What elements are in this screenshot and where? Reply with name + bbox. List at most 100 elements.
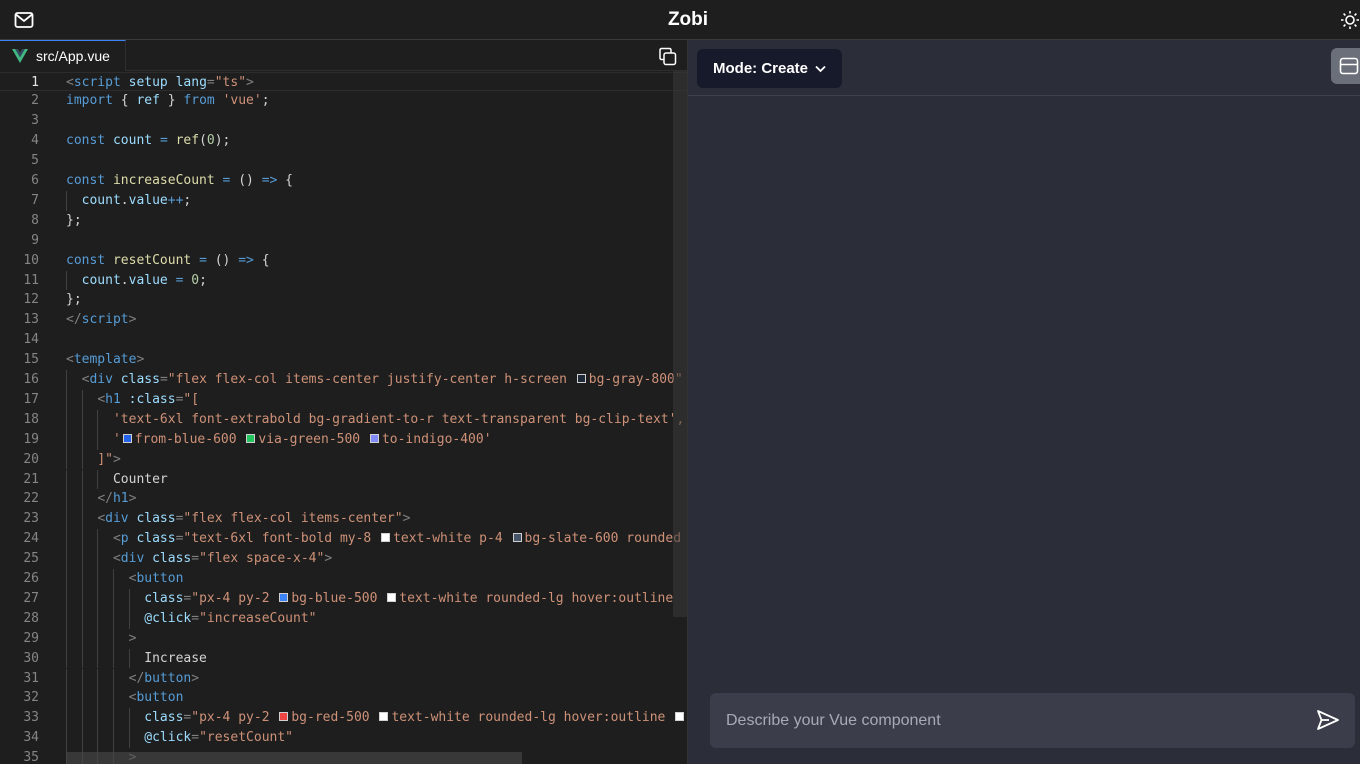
code-line[interactable]: 5 (0, 151, 688, 171)
code-line[interactable]: 13 </script> (0, 310, 688, 330)
mode-label: Mode: Create (713, 60, 809, 77)
chevron-down-icon (815, 65, 826, 73)
line-number: 16 (23, 372, 39, 387)
code-editor: src/App.vue 1 <script setup lang="ts"> 2 im… (0, 40, 688, 764)
preview-header: Mode: Create (688, 40, 1360, 96)
code-line[interactable]: 15 <template> (0, 350, 688, 370)
line-number: 32 (23, 690, 39, 706)
code-text: count.value = 0; (81, 272, 207, 288)
code-text: }; (66, 212, 82, 228)
line-number: 28 (23, 610, 39, 626)
vue-logo-icon (12, 49, 28, 63)
code-text: <p class="text-6xl font-bold my-8 text-w… (112, 531, 682, 547)
code-text: @click="resetCount" (144, 730, 293, 746)
code-text: class="px-4 py-2 bg-red-500 text-white r… (66, 708, 687, 728)
line-number: 14 (23, 332, 39, 348)
line-number: 6 (31, 173, 39, 188)
code-line[interactable]: 4 const count = ref(0); (0, 131, 688, 151)
code-line[interactable]: 22 </h1> (0, 489, 688, 510)
line-number: 29 (23, 630, 39, 646)
code-text: </script> (66, 312, 137, 328)
app-title: Zobi (667, 9, 709, 30)
send-icon[interactable] (1316, 709, 1340, 731)
vertical-scrollbar[interactable] (673, 71, 687, 617)
line-number: 23 (23, 511, 39, 527)
code-text: </h1> (97, 491, 137, 507)
code-line[interactable]: 8}; (0, 211, 688, 231)
code-line[interactable]: 2 import { ref } from 'vue'; (0, 91, 688, 111)
code-line[interactable]: 32 <button (0, 688, 688, 709)
line-number: 31 (23, 670, 39, 686)
line-number: 7 (31, 192, 39, 208)
code-line[interactable]: 12}; (0, 290, 688, 310)
code-line[interactable]: 30 Increase (0, 648, 688, 669)
line-number: 8 (31, 212, 39, 228)
code-line[interactable]: 18 'text-6xl font-extrabold bg-gradient-… (0, 409, 688, 430)
line-number: 27 (23, 590, 39, 606)
code-text: <button (128, 690, 184, 706)
code-text: Counter (66, 471, 168, 487)
code-line[interactable]: 9 (0, 231, 688, 251)
code-text: const count = ref(0); (66, 133, 231, 149)
line-number: 30 (23, 650, 39, 666)
code-line[interactable]: 11 count.value = 0; (0, 270, 688, 291)
prompt-box (710, 693, 1355, 748)
sun-icon[interactable] (1340, 10, 1360, 30)
code-text: </button> (128, 670, 200, 686)
code-line[interactable]: 34 @click="resetCount" (0, 728, 688, 749)
code-line[interactable]: 19 ' from-blue-600 via-green-500 to-indig… (0, 429, 688, 450)
code-line[interactable]: 6 const increaseCount = () => { (0, 171, 688, 191)
code-line[interactable]: 25 <div class="flex space-x-4"> (0, 549, 688, 569)
code-line[interactable]: 17 <h1 :class="[ (0, 389, 688, 410)
tab-label: src/App.vue (36, 48, 110, 64)
code-line[interactable]: 33 class="px-4 py-2 bg-red-500 text-whit… (0, 708, 688, 729)
line-number: 13 (23, 312, 39, 328)
code-text: <button (128, 571, 184, 586)
code-line[interactable]: 28 @click="increaseCount" (0, 608, 688, 629)
code-text: <div class="flex flex-col items-center"> (97, 511, 411, 527)
line-number: 24 (23, 531, 39, 547)
code-text: import { ref } from 'vue'; (66, 93, 270, 109)
code-line[interactable]: 7 count.value++; (0, 190, 688, 211)
code-line[interactable]: 10 const resetCount = () => { (0, 251, 688, 271)
line-number: 9 (31, 232, 39, 248)
code-line[interactable]: 21 Counter (0, 469, 688, 490)
code-line[interactable]: 27 class="px-4 py-2 bg-blue-500 text-whi… (0, 588, 688, 609)
line-number: 11 (23, 272, 39, 288)
code-line[interactable]: 23 <div class="flex flex-col items-cente… (0, 509, 688, 530)
code-text: <script setup lang="ts"> (66, 74, 254, 90)
code-text: const increaseCount = () => { (66, 173, 293, 188)
code-line[interactable]: 31 </button> (0, 668, 688, 689)
line-number: 21 (23, 471, 39, 487)
code-line[interactable]: 29 > (0, 628, 688, 649)
line-number: 26 (23, 571, 39, 586)
tab-app-vue[interactable]: src/App.vue (0, 40, 126, 71)
code-line[interactable]: 3 (0, 111, 688, 131)
line-number: 34 (23, 730, 39, 746)
code-text: 'text-6xl font-extrabold bg-gradient-to-… (112, 411, 685, 427)
code-text: }; (66, 292, 82, 308)
line-number: 20 (23, 451, 39, 467)
code-line[interactable]: 24 <p class="text-6xl font-bold my-8 tex… (0, 529, 688, 550)
line-number: 4 (31, 133, 39, 149)
copy-icon[interactable] (658, 47, 677, 66)
code-text: ]"> (97, 451, 121, 467)
code-text: <template> (66, 352, 145, 368)
line-number: 19 (23, 431, 39, 447)
preview-panel: Mode: Create (688, 40, 1360, 764)
line-number: 35 (23, 750, 39, 764)
code-line[interactable]: 1 <script setup lang="ts"> (0, 71, 688, 92)
line-number: 12 (23, 292, 39, 308)
code-line[interactable]: 14 (0, 330, 688, 350)
code-area[interactable]: 1 <script setup lang="ts"> 2 import { ref }… (0, 71, 688, 764)
horizontal-scrollbar[interactable] (66, 752, 522, 764)
code-line[interactable]: 26 <button (0, 569, 688, 589)
mode-dropdown[interactable]: Mode: Create (697, 49, 842, 88)
layout-panel-icon (1339, 57, 1359, 75)
code-line[interactable]: 16 <div class="flex flex-col items-cente… (0, 370, 688, 390)
code-line[interactable]: 20 ]"> (0, 449, 688, 470)
layout-toggle-button[interactable] (1331, 48, 1360, 84)
prompt-input[interactable] (710, 693, 1310, 748)
line-number: 15 (23, 352, 39, 368)
line-number: 1 (31, 74, 39, 90)
